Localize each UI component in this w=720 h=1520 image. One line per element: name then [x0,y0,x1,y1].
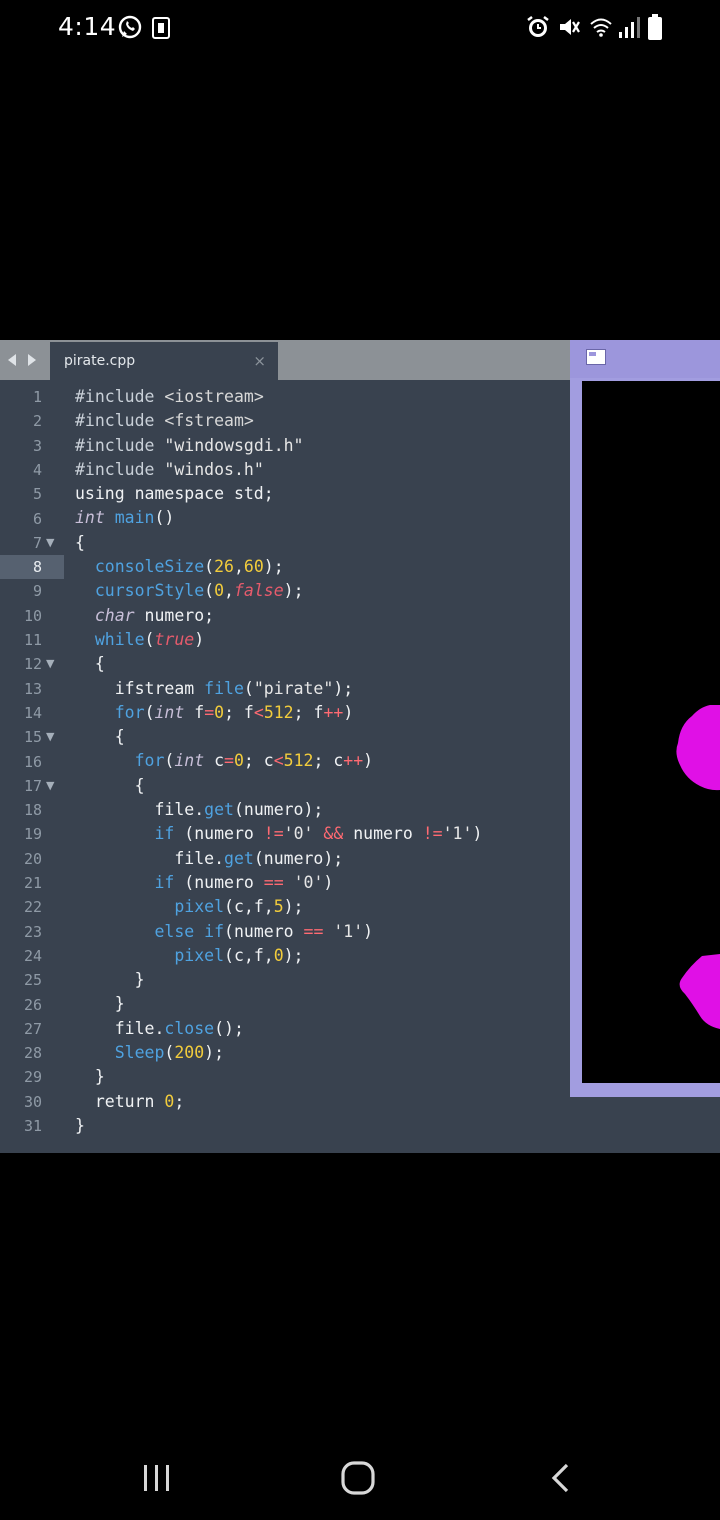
code-line[interactable]: ifstream file("pirate"); [75,677,575,701]
code-line[interactable]: #include <fstream> [75,409,575,433]
code-line[interactable]: file.close(); [75,1017,575,1041]
fold-arrow-icon[interactable]: ▼ [46,531,54,555]
line-number: 3 [32,436,42,455]
code-line[interactable]: #include <iostream> [75,385,575,409]
line-number: 22 [23,898,42,917]
code-line[interactable]: while(true) [75,628,575,652]
line-number: 5 [32,485,42,504]
code-line[interactable]: Sleep(200); [75,1041,575,1065]
code-line[interactable]: char numero; [75,604,575,628]
code-editor[interactable]: #include <iostream> #include <fstream> #in… [75,385,575,1138]
code-line[interactable]: pixel(c,f,5); [75,895,575,919]
navigation-bar [0,1440,720,1520]
tab-pirate-cpp[interactable]: pirate.cpp × [50,342,278,380]
code-line[interactable]: #include "windos.h" [75,458,575,482]
line-number: 8 [32,558,42,577]
code-line[interactable]: } [75,968,575,992]
code-line[interactable]: else if(numero == '1') [75,920,575,944]
console-screen [582,381,720,1083]
line-number: 14 [23,703,42,722]
tab-bar: pirate.cpp × [0,340,570,380]
code-line[interactable]: { [75,652,575,676]
line-number: 2 [32,412,42,431]
line-number: 12 [23,655,42,674]
magenta-shape-graphic [676,705,720,1029]
wifi-icon [588,14,614,44]
line-number: 1 [32,388,42,406]
status-time: 4:14 [58,12,117,41]
mute-vibrate-icon [556,14,582,44]
code-line[interactable]: { [75,725,575,749]
code-line[interactable]: } [75,1065,575,1089]
code-line[interactable]: if (numero == '0') [75,871,575,895]
fold-arrow-icon[interactable]: ▼ [46,652,54,676]
alarm-icon [525,14,551,44]
line-number: 17 [23,776,42,795]
line-number: 13 [23,679,42,698]
console-window [570,340,720,1097]
line-number: 6 [32,509,42,528]
code-line[interactable]: } [75,1114,575,1138]
tab-nav-arrows[interactable] [4,350,44,370]
code-line[interactable]: { [75,774,575,798]
line-number: 4 [32,460,42,479]
signal-icon [618,14,640,44]
battery-icon [648,14,662,44]
tab-close-icon[interactable]: × [253,352,266,370]
code-line[interactable]: consoleSize(26,60); [75,555,575,579]
code-line[interactable]: if (numero !='0' && numero !='1') [75,822,575,846]
recent-apps-icon[interactable] [142,1462,172,1498]
console-title-bar [570,340,720,378]
code-line[interactable]: file.get(numero); [75,847,575,871]
line-number: 27 [23,1019,42,1038]
line-number: 31 [23,1117,42,1135]
whatsapp-icon [117,14,143,44]
status-bar: 4:14 [0,0,720,58]
code-line[interactable]: int main() [75,506,575,530]
code-line[interactable]: using namespace std; [75,482,575,506]
code-line[interactable]: } [75,992,575,1016]
home-icon[interactable] [340,1460,376,1500]
line-number: 28 [23,1044,42,1063]
console-window-icon [586,349,606,365]
line-number: 30 [23,1092,42,1111]
magenta-blob-upper [676,705,720,791]
line-number: 20 [23,849,42,868]
code-line[interactable]: { [75,531,575,555]
line-number: 11 [23,631,42,649]
code-line[interactable]: file.get(numero); [75,798,575,822]
code-line[interactable]: cursorStyle(0,false); [75,579,575,603]
code-line[interactable]: for(int f=0; f<512; f++) [75,701,575,725]
line-number: 9 [32,582,42,601]
code-line[interactable]: for(int c=0; c<512; c++) [75,749,575,773]
line-number: 18 [23,801,42,820]
magenta-blob-lower [679,954,720,1029]
line-number: 15 [23,728,42,747]
code-line[interactable]: return 0; [75,1090,575,1114]
line-number-gutter: 1 2 3 4 5 6 7 ▼ 8 9 10 11 12 ▼ 13 14 15 ▼ 16 17 ▼ 18 19 20 21 22 2… [0,380,64,1140]
tab-label: pirate.cpp [64,353,136,369]
line-number: 29 [23,1068,42,1087]
line-number: 10 [23,606,42,625]
line-number: 19 [23,825,42,844]
line-number: 7 [32,533,42,552]
line-number: 16 [23,752,42,771]
fold-arrow-icon[interactable]: ▼ [46,774,54,798]
back-icon[interactable] [548,1462,572,1498]
fold-arrow-icon[interactable]: ▼ [46,725,54,749]
notification-card-icon [152,17,170,43]
code-line[interactable]: pixel(c,f,0); [75,944,575,968]
line-number: 25 [23,971,42,990]
line-number: 24 [23,946,42,965]
code-line[interactable]: #include "windowsgdi.h" [75,434,575,458]
line-number: 21 [23,874,42,892]
line-number: 23 [23,922,42,941]
editor-screenshot: pirate.cpp × 1 2 3 4 5 6 7 ▼ 8 9 10 11 12 ▼ 13 14 15 ▼ 16 1… [0,340,720,1153]
line-number: 26 [23,995,42,1014]
